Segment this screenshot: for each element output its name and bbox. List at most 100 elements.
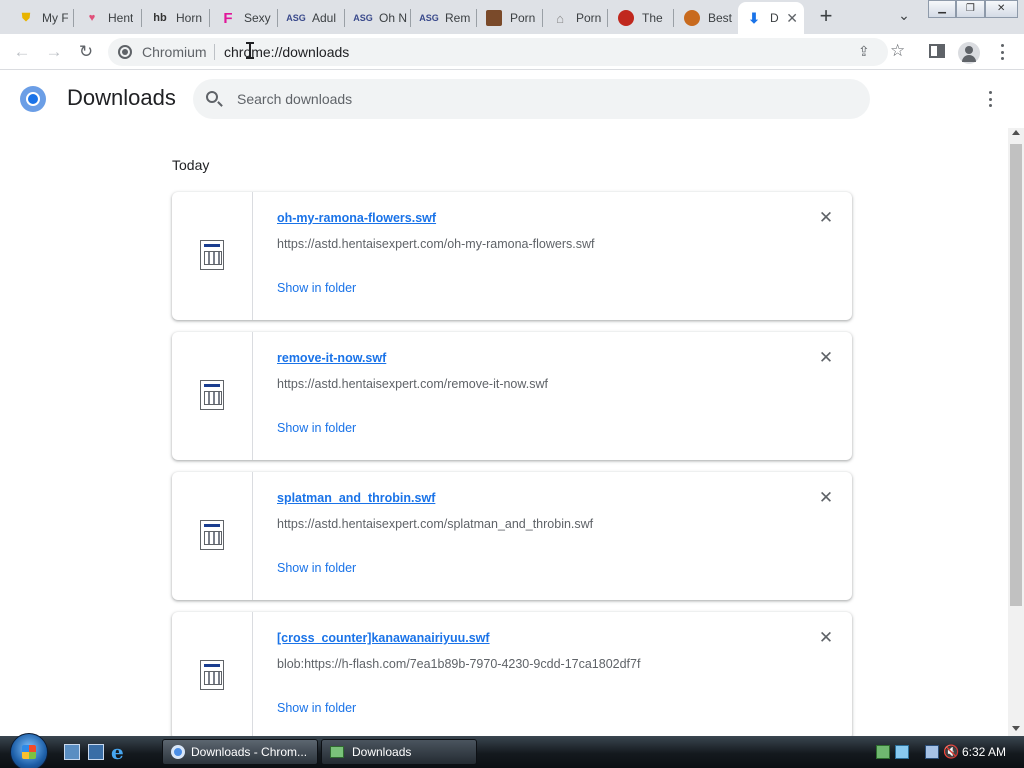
tab-5[interactable]: ASG Adul: [280, 4, 340, 32]
tab-title: Horn: [176, 11, 203, 25]
show-desktop-icon[interactable]: [64, 744, 80, 760]
close-window-button[interactable]: ✕: [984, 0, 1018, 18]
bookmark-star-icon[interactable]: ☆: [890, 41, 905, 61]
downloads-menu-icon[interactable]: [987, 91, 993, 107]
scroll-down-arrow-icon[interactable]: [1012, 726, 1020, 731]
show-in-folder-link[interactable]: Show in folder: [277, 281, 356, 295]
download-item: remove-it-now.swf https://astd.hentaisex…: [172, 332, 852, 460]
share-icon[interactable]: ⇪: [858, 43, 870, 60]
tab-downloads-active[interactable]: ⬇ D ✕: [738, 2, 804, 34]
tab-separator: [410, 9, 411, 27]
close-icon[interactable]: ✕: [786, 10, 798, 27]
face-logo-icon: [684, 10, 700, 26]
close-icon[interactable]: ✕: [818, 489, 834, 506]
file-name-link[interactable]: remove-it-now.swf: [277, 351, 386, 365]
heart-icon: ♥: [88, 12, 96, 24]
shield-icon: ⛊: [21, 11, 31, 24]
url-text[interactable]: chrome://downloads: [224, 44, 349, 60]
file-source-url: blob:https://h-flash.com/7ea1b89b-7970-4…: [277, 657, 641, 671]
restore-button[interactable]: ❐: [956, 0, 985, 18]
search-icon: [206, 91, 218, 103]
tab-4[interactable]: F Sexy: [212, 4, 272, 32]
tab-1[interactable]: ⛊ My F: [10, 4, 68, 32]
circle-logo-icon: [618, 10, 634, 26]
browser-menu-icon[interactable]: [999, 44, 1005, 60]
tab-separator: [607, 9, 608, 27]
tab-2[interactable]: ♥ Hent: [76, 4, 136, 32]
reload-icon[interactable]: ↻: [74, 40, 98, 64]
search-input[interactable]: [237, 89, 837, 109]
chevron-down-icon[interactable]: ⌄: [894, 7, 914, 27]
switch-windows-icon[interactable]: [88, 744, 104, 760]
volume-muted-icon[interactable]: 🔇: [943, 745, 959, 759]
taskbar-button-folder[interactable]: Downloads: [321, 739, 477, 765]
search-box[interactable]: [193, 79, 870, 119]
tab-10[interactable]: The: [610, 4, 670, 32]
address-bar[interactable]: Chromium chrome://downloads ⇪ ☆: [108, 38, 905, 66]
minimize-button[interactable]: ▁: [928, 0, 957, 18]
tab-separator: [673, 9, 674, 27]
tab-11[interactable]: Best: [676, 4, 736, 32]
download-item: [cross_counter]kanawanairiyuu.swf blob:h…: [172, 612, 852, 736]
tab-separator: [209, 9, 210, 27]
scroll-up-arrow-icon[interactable]: [1012, 130, 1020, 135]
tab-3[interactable]: hb Horn: [144, 4, 204, 32]
folder-icon: [330, 746, 344, 758]
profile-avatar-icon[interactable]: [958, 42, 980, 64]
monitor-tray-icon[interactable]: [925, 745, 939, 759]
omnibox-divider: [214, 44, 215, 60]
network-tray-icon[interactable]: [876, 745, 890, 759]
tab-title: Rem: [445, 11, 471, 25]
forward-arrow-icon[interactable]: →: [42, 40, 66, 64]
tab-strip: ⛊ My F ♥ Hent hb Horn F Sexy ASG Adul AS…: [0, 0, 1024, 34]
vertical-scrollbar[interactable]: [1008, 128, 1024, 736]
tab-separator: [542, 9, 543, 27]
new-tab-button[interactable]: +: [814, 5, 838, 29]
file-icon-column: [172, 612, 253, 736]
asg-logo-icon: ASG: [286, 13, 306, 23]
file-icon-column: [172, 332, 253, 460]
close-icon[interactable]: ✕: [818, 349, 834, 366]
file-name-link[interactable]: [cross_counter]kanawanairiyuu.swf: [277, 631, 490, 645]
system-tray: 🔇 6:32 AM: [870, 736, 1024, 768]
asg-logo-icon: ASG: [353, 13, 373, 23]
browser-toolbar: ← → ↻ Chromium chrome://downloads ⇪ ☆: [0, 34, 1024, 70]
tab-8[interactable]: Porn: [478, 4, 538, 32]
f-logo-icon: F: [223, 9, 233, 27]
downloads-list: Today oh-my-ramona-flowers.swf https://a…: [0, 128, 1008, 736]
downloads-header: Downloads: [0, 70, 1024, 128]
file-name-link[interactable]: splatman_and_throbin.swf: [277, 491, 435, 505]
close-icon[interactable]: ✕: [818, 629, 834, 646]
tab-7[interactable]: ASG Rem: [413, 4, 473, 32]
swf-file-icon: [200, 660, 224, 690]
side-panel-icon[interactable]: [929, 44, 945, 58]
hb-logo-icon: hb: [153, 12, 167, 24]
close-icon[interactable]: ✕: [818, 209, 834, 226]
start-button[interactable]: [10, 733, 48, 768]
taskbar-clock[interactable]: 6:32 AM: [962, 745, 1006, 759]
chromium-icon: [171, 745, 185, 759]
internet-explorer-icon[interactable]: e: [111, 742, 129, 762]
chromium-site-icon: [118, 45, 132, 59]
tab-9[interactable]: ⌂ Porn: [544, 4, 604, 32]
tab-title: Porn: [510, 11, 536, 25]
show-in-folder-link[interactable]: Show in folder: [277, 561, 356, 575]
taskbar-button-chromium[interactable]: Downloads - Chrom...: [162, 739, 318, 765]
file-name-link[interactable]: oh-my-ramona-flowers.swf: [277, 211, 436, 225]
taskbar-button-label: Downloads - Chrom...: [191, 745, 308, 759]
scrollbar-thumb[interactable]: [1010, 144, 1022, 606]
show-in-folder-link[interactable]: Show in folder: [277, 421, 356, 435]
back-arrow-icon[interactable]: ←: [10, 40, 34, 64]
text-cursor-icon: [246, 42, 255, 59]
taskbar-button-label: Downloads: [352, 745, 412, 759]
tab-title: The: [642, 11, 663, 25]
download-item: oh-my-ramona-flowers.swf https://astd.he…: [172, 192, 852, 320]
show-in-folder-link[interactable]: Show in folder: [277, 701, 356, 715]
tab-title: My F: [42, 11, 68, 25]
tab-separator: [476, 9, 477, 27]
app-tray-icon[interactable]: [895, 745, 909, 759]
tab-separator: [344, 9, 345, 27]
tab-title: Sexy: [244, 11, 271, 25]
gamepad-icon: ⌂: [556, 10, 564, 26]
tab-6[interactable]: ASG Oh N: [347, 4, 407, 32]
